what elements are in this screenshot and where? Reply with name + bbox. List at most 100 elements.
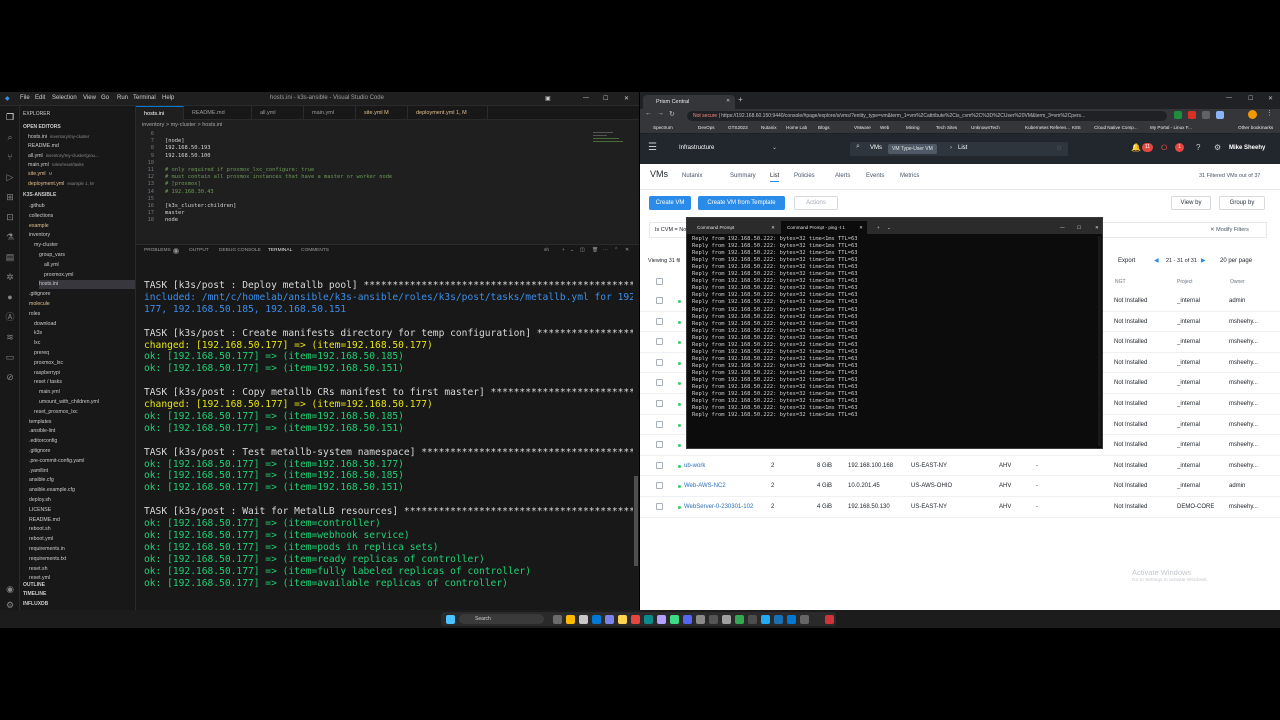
start-icon[interactable] (446, 615, 455, 624)
project-header[interactable]: K3S-ANSIBLE (23, 192, 56, 198)
menu-go[interactable]: Go (101, 95, 109, 101)
tab-deployment-yml[interactable]: deployment.yml 1, M (408, 106, 488, 120)
table-row[interactable]: Web-AWS-NC2 2 4 GiB 10.0.201.45 US-AWS-OHIO A… (640, 476, 1280, 497)
row-checkbox[interactable] (656, 317, 663, 325)
database-icon[interactable]: ≋ (5, 332, 15, 342)
tree-item[interactable]: ansible.example.cfg (29, 486, 75, 495)
command-prompt-window[interactable]: Command Prompt ✕ Command Prompt - ping -t… (686, 217, 1103, 449)
export-button[interactable]: Export (1118, 258, 1135, 264)
infrastructure-menu[interactable]: Infrastructure (679, 145, 714, 151)
tab-site-yml[interactable]: site.yml M (356, 106, 408, 120)
tree-item[interactable]: README.md (29, 516, 60, 525)
open-editor-item[interactable]: README.md (28, 141, 62, 150)
terminal-icon[interactable] (748, 615, 757, 624)
menu-edit[interactable]: Edit (35, 95, 45, 101)
nav-summary[interactable]: Summary (730, 171, 756, 181)
ansible-icon[interactable]: Ⓐ (5, 312, 15, 322)
settings-gear-icon[interactable]: ⚙ (5, 600, 15, 610)
tree-item[interactable]: .editorconfig (29, 437, 57, 446)
tree-item[interactable]: collections (29, 212, 53, 221)
bookmark-item[interactable]: Home Lab (786, 124, 807, 132)
influxdb-header[interactable]: INFLUXDB (23, 601, 48, 607)
task-view-icon[interactable] (553, 615, 562, 624)
open-editor-item[interactable]: deployment.yml example 1, M (28, 179, 94, 188)
app-icon[interactable] (696, 615, 705, 624)
star-icon[interactable]: ☆ (1056, 144, 1062, 152)
bookmark-item[interactable]: Nutanix (761, 124, 777, 132)
bookmark-item[interactable]: VMware (854, 124, 871, 132)
menu-help[interactable]: Help (162, 95, 174, 101)
nav-nutanix[interactable]: Nutanix (682, 171, 702, 181)
create-vm-from-template-button[interactable]: Create VM from Template (698, 196, 785, 210)
open-editors-header[interactable]: OPEN EDITORS (23, 124, 61, 130)
vscode-icon[interactable] (761, 615, 770, 624)
bookmark-item[interactable]: DevOps (698, 124, 715, 132)
tab-hosts-ini[interactable]: hosts.ini (136, 106, 184, 120)
account-icon[interactable]: ◉ (5, 584, 15, 594)
tree-item[interactable]: prereq (34, 349, 49, 358)
extension-icon[interactable] (1188, 111, 1196, 119)
bookmark-item[interactable]: Blogs (818, 124, 830, 132)
app-icon[interactable] (631, 615, 640, 624)
global-search[interactable]: ⌕ VMs VM Type-User VM › List ☆ (850, 142, 1068, 156)
minimize-icon[interactable]: — (1226, 95, 1232, 101)
tree-item[interactable]: requirements.in (29, 545, 65, 554)
critical-count-badge[interactable]: 1 (1175, 143, 1184, 152)
bookmark-item[interactable]: Other bookmarks (1238, 124, 1273, 132)
chevron-down-icon[interactable]: ⌄ (881, 221, 891, 234)
row-checkbox[interactable] (656, 400, 663, 407)
alert-bell-icon[interactable]: 🔔 (1131, 143, 1141, 152)
terminal-icon[interactable]: ▭ (5, 352, 15, 362)
open-editor-item[interactable]: main.yml roles/reset/tasks (28, 160, 84, 169)
close-icon[interactable]: ✕ (1089, 221, 1099, 234)
create-vm-button[interactable]: Create VM (649, 196, 691, 210)
select-all-checkbox[interactable] (656, 278, 663, 285)
nav-alerts[interactable]: Alerts (835, 171, 850, 181)
discord-icon[interactable] (683, 615, 692, 624)
app-icon[interactable] (722, 615, 731, 624)
close-icon[interactable]: ✕ (624, 95, 629, 102)
view-by-dropdown[interactable]: View by (1171, 196, 1211, 210)
row-checkbox[interactable] (656, 461, 663, 469)
extension-icon[interactable] (1174, 111, 1182, 119)
bookmark-item[interactable]: Kubernetes Referen... (1025, 124, 1070, 132)
bookmark-item[interactable]: Spectrum (653, 124, 673, 132)
terminal-scrollbar[interactable] (633, 256, 639, 610)
vm-name[interactable]: Web-AWS-NC2 (684, 482, 759, 491)
column-owner[interactable]: Owner (1230, 279, 1245, 285)
kubernetes-icon[interactable]: ✲ (5, 272, 15, 282)
remote-explorer-icon[interactable]: ⊡ (5, 212, 15, 222)
group-by-dropdown[interactable]: Group by (1219, 196, 1265, 210)
tree-item[interactable]: hosts.ini (39, 280, 135, 290)
row-checkbox[interactable] (656, 482, 663, 490)
bookmark-item[interactable]: Tech Sites (936, 124, 957, 132)
tree-item[interactable]: proxmox.yml (44, 271, 73, 280)
prev-page-icon[interactable]: ◀ (1154, 257, 1159, 264)
help-icon[interactable]: ? (1196, 143, 1200, 152)
nav-metrics[interactable]: Metrics (900, 171, 919, 181)
testing-icon[interactable]: ⚗ (5, 232, 15, 242)
search-filter-pill[interactable]: VM Type-User VM (888, 144, 937, 154)
nav-policies[interactable]: Policies (794, 171, 815, 181)
per-page-select[interactable]: 20 per page (1220, 258, 1252, 264)
timeline-header[interactable]: TIMELINE (23, 591, 46, 597)
extension-icon[interactable] (1216, 111, 1224, 119)
actions-dropdown[interactable]: Actions (794, 196, 838, 210)
run-debug-icon[interactable]: ▷ (5, 172, 15, 182)
remote-icon[interactable]: ⊘ (5, 372, 15, 382)
settings-gear-icon[interactable]: ⚙ (1214, 143, 1221, 152)
browser-tab[interactable]: Prism Central (643, 95, 735, 109)
minimize-icon[interactable]: — (583, 95, 589, 101)
search-icon[interactable]: ⌕ (5, 132, 15, 142)
tab-readme[interactable]: README.md (184, 106, 252, 120)
tree-item[interactable]: .ansible-lint (29, 427, 55, 436)
vm-name[interactable]: WebServer-0-230301-102 (684, 503, 759, 512)
tree-item[interactable]: raspberrypi (34, 369, 60, 378)
forward-icon[interactable]: → (657, 110, 664, 117)
profile-avatar[interactable] (1248, 110, 1257, 119)
browser-menu-icon[interactable]: ⋮ (1266, 109, 1273, 117)
bookmark-item[interactable]: K8S (1072, 124, 1081, 132)
tree-item[interactable]: umount_with_children.yml (39, 398, 99, 407)
tree-item[interactable]: download (34, 320, 56, 329)
new-tab-icon[interactable]: + (871, 221, 880, 234)
